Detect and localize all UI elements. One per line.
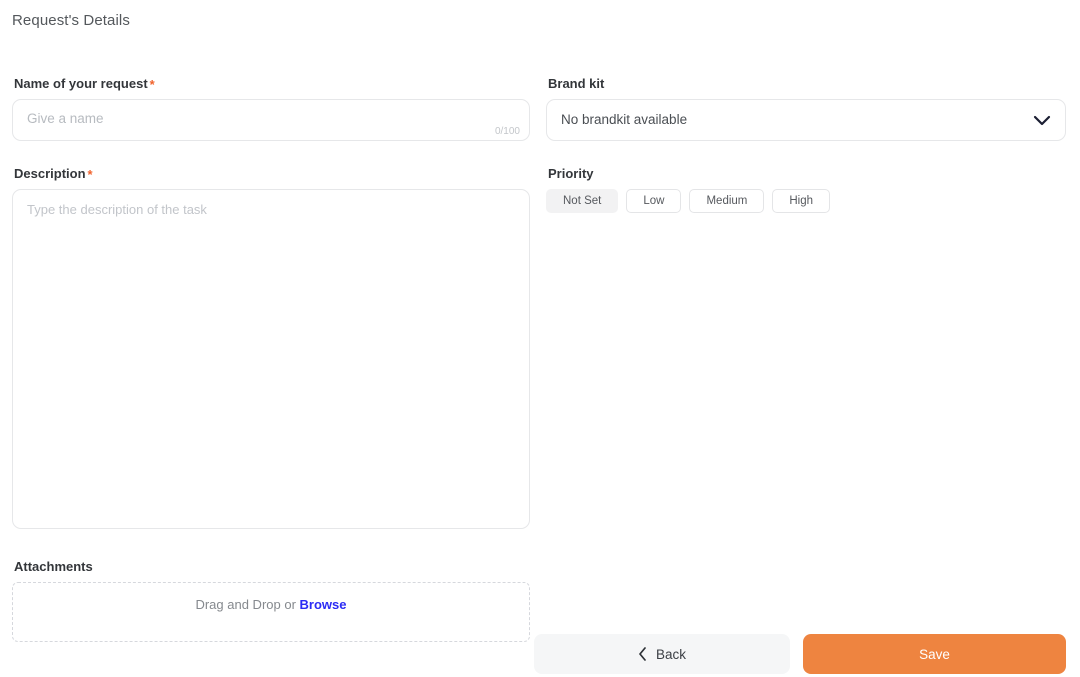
required-asterisk: *: [87, 167, 93, 182]
name-input-placeholder: Give a name: [27, 111, 104, 126]
priority-field-group: Priority Not Set Low Medium High: [546, 166, 831, 213]
dropzone-text: Drag and Drop or Browse: [13, 597, 529, 612]
attachments-dropzone[interactable]: Drag and Drop or Browse: [12, 582, 530, 642]
name-label: Name of your request *: [14, 76, 155, 92]
brandkit-label: Brand kit: [548, 76, 605, 91]
attachments-label: Attachments: [14, 559, 93, 574]
chevron-left-icon: [638, 647, 647, 661]
brandkit-selected-value: No brandkit available: [561, 112, 688, 127]
back-button-label: Back: [655, 646, 686, 662]
priority-option-high[interactable]: High: [772, 189, 831, 213]
brandkit-select[interactable]: No brandkit available: [546, 99, 1066, 141]
save-button[interactable]: Save: [803, 634, 1066, 674]
required-asterisk: *: [149, 77, 155, 92]
browse-link[interactable]: Browse: [300, 597, 347, 612]
name-char-counter: 0/100: [494, 126, 520, 137]
priority-option-not-set[interactable]: Not Set: [546, 189, 619, 213]
request-details-form: Request's Details Name of your request * …: [0, 0, 1080, 677]
description-textarea[interactable]: Type the description of the task: [12, 189, 530, 529]
description-field-group: Description * Type the description of the…: [12, 166, 530, 529]
chevron-down-icon: [1033, 113, 1051, 127]
priority-option-medium[interactable]: Medium: [689, 189, 765, 213]
back-button[interactable]: Back: [534, 634, 790, 674]
name-field-group: Name of your request * Give a name 0/100: [12, 76, 530, 141]
priority-options: Not Set Low Medium High: [546, 189, 831, 213]
priority-label: Priority: [548, 166, 594, 181]
description-placeholder: Type the description of the task: [27, 202, 207, 217]
attachments-group: Attachments Drag and Drop or Browse: [12, 559, 530, 642]
priority-option-low[interactable]: Low: [626, 189, 682, 213]
dropzone-hint: Drag and Drop or: [195, 597, 296, 612]
description-label: Description *: [14, 166, 93, 182]
name-input[interactable]: Give a name 0/100: [12, 99, 530, 141]
save-button-label: Save: [919, 646, 950, 662]
page-title: Request's Details: [12, 12, 130, 29]
brandkit-field-group: Brand kit No brandkit available: [546, 76, 1066, 141]
